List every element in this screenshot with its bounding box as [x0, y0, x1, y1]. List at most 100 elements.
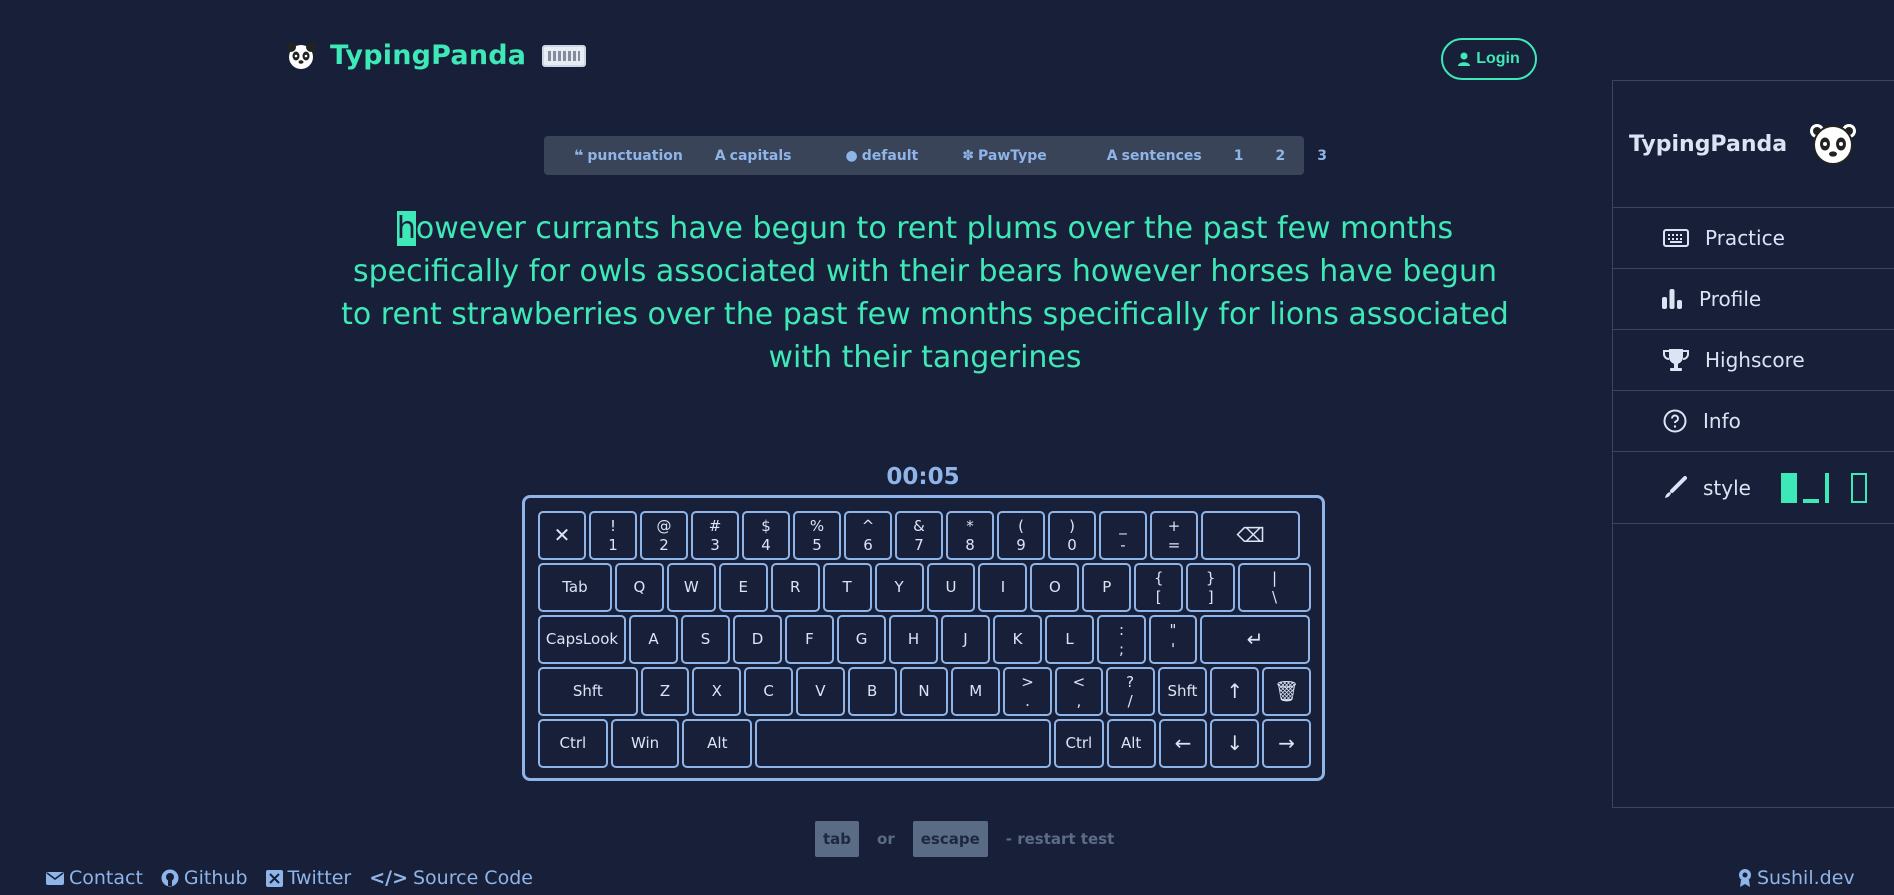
keyboard-key[interactable]: Y — [874, 563, 924, 612]
sidebar-item-practice[interactable]: Practice — [1613, 208, 1894, 269]
keyboard-key[interactable]: H — [889, 615, 938, 664]
count-option-2[interactable]: 2 — [1275, 148, 1285, 164]
typing-text[interactable]: however currants have begun to rent plum… — [340, 207, 1510, 379]
keyboard-key[interactable]: _ - — [1099, 511, 1147, 560]
keyboard-key[interactable]: K — [993, 615, 1042, 664]
login-button[interactable]: Login — [1441, 38, 1537, 80]
keyboard-key[interactable]: CapsLook — [538, 615, 626, 664]
keyboard-key[interactable]: F — [785, 615, 834, 664]
keyboard-key[interactable]: & 7 — [895, 511, 943, 560]
author-link[interactable]: Sushil.dev — [1738, 867, 1855, 889]
caret-block-option[interactable] — [1780, 472, 1797, 503]
keyboard-key[interactable]: ⌫ — [1201, 511, 1300, 560]
keyboard-key[interactable]: N — [899, 667, 949, 716]
keyboard-key[interactable]: * 8 — [946, 511, 994, 560]
sentences-toggle[interactable]: A sentences — [1107, 148, 1202, 164]
capitals-toggle[interactable]: A capitals — [715, 148, 792, 164]
keyboard-key[interactable]: <, — [1054, 667, 1103, 716]
sidebar-item-profile[interactable]: Profile — [1613, 269, 1894, 330]
keyboard-key[interactable]: L — [1045, 615, 1094, 664]
keyboard-key[interactable]: V — [795, 667, 845, 716]
keyboard-key[interactable]: P — [1082, 563, 1132, 612]
keyboard-key[interactable]: O — [1030, 563, 1080, 612]
key-label: E — [738, 578, 748, 596]
keyboard-key[interactable]: A — [629, 615, 678, 664]
keyboard-key[interactable]: ! 1 — [589, 511, 637, 560]
count-option-3[interactable]: 3 — [1317, 148, 1327, 164]
keyboard-key[interactable]: D — [733, 615, 782, 664]
keyboard-key[interactable]: :; — [1097, 615, 1146, 664]
keyboard-key[interactable]: (9 — [997, 511, 1045, 560]
keyboard-key[interactable]: Z — [640, 667, 690, 716]
keyboard-key[interactable]: C — [744, 667, 793, 716]
keyboard-key[interactable]: Tab — [538, 563, 612, 612]
key-label: Q — [633, 578, 646, 596]
keyboard-key[interactable]: Win — [610, 719, 680, 768]
key-label: N — [918, 682, 930, 700]
keyboard-key[interactable]: Q — [614, 563, 664, 612]
keyboard-key[interactable]: % 5 — [793, 511, 841, 560]
keyboard-key[interactable]: I — [978, 563, 1028, 612]
theme-selector[interactable]: ● default — [846, 148, 919, 164]
key-label: → — [1278, 731, 1295, 755]
keyboard-key[interactable]: U — [926, 563, 976, 612]
twitter-link[interactable]: Twitter — [265, 867, 351, 889]
keyboard-key[interactable]: ← — [1158, 719, 1208, 768]
keyboard-key[interactable]: G — [837, 615, 886, 664]
punctuation-toggle[interactable]: ❝ punctuation — [574, 146, 683, 165]
keyboard-key[interactable]: @2 — [640, 511, 688, 560]
key-label: G — [855, 630, 868, 648]
keyboard-key[interactable]: E — [718, 563, 768, 612]
keyboard-key[interactable]: + = — [1150, 511, 1198, 560]
keyboard-key[interactable]: Ctrl — [1053, 719, 1104, 768]
keyboard-icon — [1663, 229, 1689, 247]
keyboard-key[interactable]: X — [692, 667, 742, 716]
pawtype-toggle[interactable]: ✽ PawType — [962, 148, 1047, 164]
keyboard-key[interactable]: ↵ — [1200, 615, 1310, 664]
keyboard-key[interactable]: T — [822, 563, 872, 612]
keyboard-key[interactable]: Shft — [1157, 667, 1208, 716]
app-logo[interactable]: TypingPanda — [286, 40, 587, 71]
keyboard-key[interactable] — [755, 719, 1051, 768]
keyboard-key[interactable]: R — [770, 563, 820, 612]
keyboard-key[interactable]: ↑ — [1210, 667, 1260, 716]
sidebar-item-info[interactable]: Info — [1613, 391, 1894, 452]
keyboard-key[interactable]: B — [847, 667, 897, 716]
github-icon — [161, 869, 179, 887]
keyboard-key[interactable]: ? / — [1105, 667, 1155, 716]
keyboard-key[interactable]: #3 — [691, 511, 739, 560]
keyboard-key[interactable]: J — [941, 615, 990, 664]
github-link[interactable]: Github — [161, 867, 248, 889]
keyboard-key[interactable]: M — [951, 667, 1001, 716]
count-option-1[interactable]: 1 — [1234, 148, 1244, 164]
key-label: Win — [630, 734, 660, 752]
current-character: h — [396, 211, 416, 246]
keyboard-key[interactable]: ^ 6 — [844, 511, 892, 560]
keyboard-key[interactable]: Alt — [1106, 719, 1156, 768]
keyboard-key[interactable]: {[ — [1134, 563, 1184, 612]
keyboard-key[interactable]: S — [681, 615, 730, 664]
caret-line-option[interactable] — [1824, 472, 1829, 503]
keyboard-key[interactable]: Shft — [538, 667, 638, 716]
key-label: ✕ — [553, 523, 571, 547]
keyboard-key[interactable]: → — [1262, 719, 1311, 768]
keyboard-key[interactable]: ↓ — [1210, 719, 1260, 768]
user-icon — [1458, 52, 1471, 66]
keyboard-key[interactable]: $4 — [742, 511, 790, 560]
keyboard-key[interactable]: }] — [1186, 563, 1236, 612]
keyboard-key[interactable]: W — [666, 563, 716, 612]
keyboard-key[interactable]: ) 0 — [1048, 511, 1096, 560]
keyboard-key[interactable]: | \ — [1238, 563, 1312, 612]
keyboard-key[interactable]: >. — [1003, 667, 1052, 716]
sidebar-item-highscore[interactable]: Highscore — [1613, 330, 1894, 391]
code-icon: </> — [369, 867, 408, 889]
caret-underline-option[interactable] — [1802, 498, 1819, 503]
keyboard-key[interactable]: Alt — [682, 719, 753, 768]
keyboard-key[interactable]: Ctrl — [538, 719, 608, 768]
keyboard-key[interactable]: ✕ — [538, 511, 586, 560]
keyboard-key[interactable]: 🗑 — [1262, 667, 1311, 716]
source-code-link[interactable]: </> Source Code — [369, 867, 533, 889]
caret-outline-option[interactable] — [1850, 472, 1867, 503]
contact-link[interactable]: Contact — [46, 867, 143, 889]
keyboard-key[interactable]: " ' — [1149, 615, 1197, 664]
